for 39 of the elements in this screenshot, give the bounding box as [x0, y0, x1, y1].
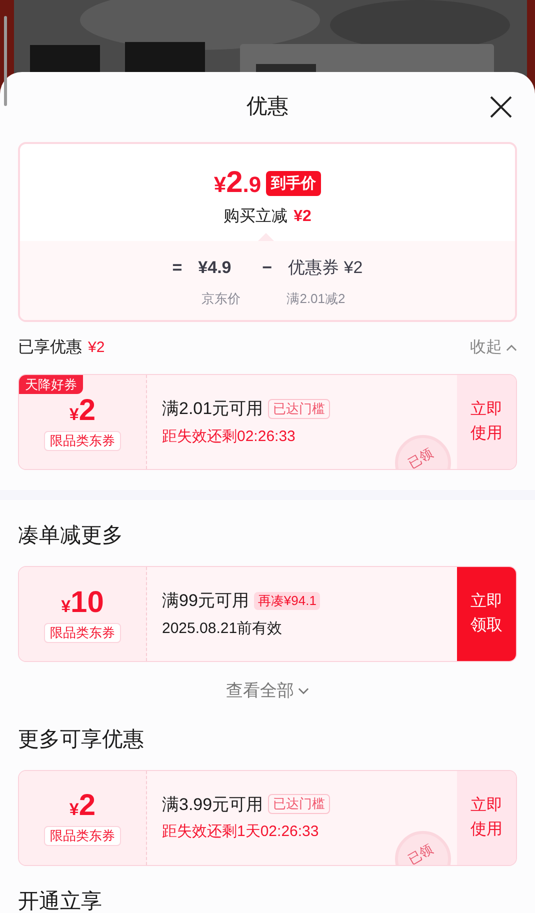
scope-tag: 限品类东券 [44, 826, 121, 846]
coupon-value: ¥2 [69, 789, 96, 823]
section-title: 更多可享优惠 [18, 726, 144, 753]
condition-tag: 已达门槛 [268, 398, 330, 419]
coupon-amount: 优惠券 ¥2 [288, 257, 363, 279]
final-price: ¥2.9 [214, 166, 262, 201]
use-button[interactable]: 立即使用 [457, 375, 516, 469]
use-button[interactable]: 立即使用 [457, 770, 516, 864]
condition-text: 满99元可用 [162, 590, 249, 612]
coupon-value: ¥2 [69, 394, 96, 428]
price-caption: 京东价 [202, 290, 241, 308]
scope-tag: 限品类东券 [44, 430, 121, 450]
saving-label: 购买立减 [224, 206, 288, 227]
condition-tag: 已达门槛 [268, 794, 330, 814]
final-price-tag: 到手价 [266, 171, 322, 196]
coupon-caption: 满2.01减2 [286, 290, 346, 308]
section-title: 凑单减更多 [18, 523, 123, 550]
view-all-link[interactable]: 查看全部 [226, 678, 309, 704]
condition-tag: 再凑¥94.1 [254, 592, 320, 610]
section-title: 已享优惠 [18, 338, 82, 358]
validity-text: 2025.08.21前有效 [162, 618, 284, 638]
equals-sign: = [172, 257, 182, 279]
corner-tag: 天降好券 [19, 375, 83, 394]
minus-sign: − [262, 257, 272, 279]
close-icon[interactable] [489, 95, 513, 119]
coupon-value: ¥10 [61, 586, 104, 620]
claim-button[interactable]: 立即领取 [457, 567, 516, 661]
collapse-toggle[interactable]: 收起 [470, 336, 517, 360]
validity-text: 距失效还剩1天02:26:33 [162, 822, 320, 842]
condition-text: 满2.01元可用 [162, 398, 264, 420]
validity-text: 距失效还剩02:26:33 [162, 426, 296, 446]
section-title: 开通立享 [18, 888, 102, 913]
sheet-title: 优惠 [246, 94, 288, 120]
chevron-icon [506, 342, 517, 354]
condition-text: 满3.99元可用 [162, 794, 264, 816]
original-price: ¥4.9 [198, 257, 232, 279]
scope-tag: 限品类东券 [44, 622, 121, 642]
saving-amount: ¥2 [294, 207, 312, 227]
section-amount: ¥2 [88, 338, 105, 358]
